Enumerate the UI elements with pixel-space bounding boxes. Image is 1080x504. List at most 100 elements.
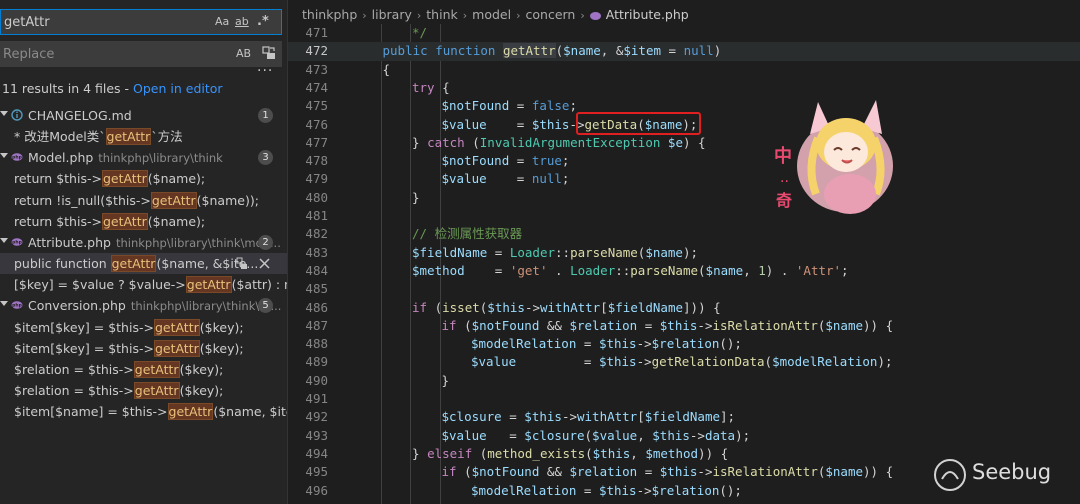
code-line[interactable]: 482 // 检测属性获取器 — [288, 225, 1080, 243]
code-line[interactable]: 477 } catch (InvalidArgumentException $e)… — [288, 134, 1080, 152]
result-file-name: Attribute.php thinkphp\library\think\mod.… — [28, 234, 281, 250]
code-line[interactable]: 474 try { — [288, 79, 1080, 97]
chevron-down-icon[interactable] — [0, 301, 8, 307]
code-text: } — [412, 189, 420, 205]
use-regex-toggle[interactable]: .* — [257, 13, 269, 31]
result-match-text: $item[$key] = $this->getAttr($key); — [14, 318, 244, 336]
chevron-down-icon[interactable] — [0, 111, 8, 116]
more-actions-icon[interactable]: ··· — [257, 63, 273, 79]
watermark-text: Seebug — [972, 460, 1052, 484]
result-file-row[interactable]: php Attribute.php thinkphp\library\think\m… — [0, 232, 287, 253]
breadcrumb-item[interactable]: concern — [526, 7, 576, 22]
replace-input[interactable] — [0, 41, 225, 67]
line-number: 489 — [305, 354, 328, 370]
svg-text:php: php — [12, 239, 22, 245]
code-line[interactable]: 479 $value = null; — [288, 170, 1080, 188]
breadcrumb-item[interactable]: think — [426, 7, 457, 22]
line-number: 492 — [305, 409, 328, 425]
result-match-text: [$key] = $value ? $value->getAttr($attr)… — [14, 276, 287, 294]
replace-icon[interactable] — [236, 257, 248, 270]
php-icon: php — [11, 238, 23, 246]
result-match-row[interactable]: $item[$name] = $this->getAttr($name, $it… — [0, 401, 287, 422]
code-line[interactable]: 488 $modelRelation = $this->$relation(); — [288, 335, 1080, 353]
chevron-down-icon[interactable] — [0, 237, 8, 243]
preserve-case-toggle[interactable]: AB — [236, 45, 251, 63]
result-match-row[interactable]: [$key] = $value ? $value->getAttr($attr)… — [0, 274, 287, 295]
line-number: 477 — [305, 134, 328, 150]
code-line[interactable]: 489 $value = $this->getRelationData($mode… — [288, 353, 1080, 371]
match-whole-word-toggle[interactable]: ab — [235, 13, 249, 31]
replace-field[interactable]: AB — [0, 41, 282, 67]
open-in-editor-link[interactable]: Open in editor — [133, 81, 223, 96]
result-match-text: $item[$name] = $this->getAttr($name, $it… — [14, 403, 287, 421]
breadcrumb-separator-icon: › — [516, 9, 521, 22]
match-highlight: getAttr — [167, 403, 214, 421]
result-match-row[interactable]: return $this->getAttr($name); — [0, 211, 287, 232]
match-highlight: getAttr — [150, 191, 197, 209]
dismiss-icon[interactable] — [259, 258, 270, 269]
result-match-row[interactable]: $relation = $this->getAttr($key); — [0, 380, 287, 401]
line-number: 474 — [305, 79, 328, 95]
line-number: 480 — [305, 189, 328, 205]
code-line[interactable]: 486 if (isset($this->withAttr[$fieldName]… — [288, 299, 1080, 317]
code-line[interactable]: 483 $fieldName = Loader::parseName($name)… — [288, 244, 1080, 262]
match-highlight: getAttr — [153, 339, 200, 357]
line-number: 471 — [305, 25, 328, 40]
result-match-row[interactable]: $item[$key] = $this->getAttr($key); — [0, 317, 287, 338]
replace-all-icon[interactable] — [261, 45, 277, 61]
search-input[interactable] — [1, 10, 206, 34]
result-file-name: Model.php thinkphp\library\think — [28, 150, 223, 166]
breadcrumb-separator-icon: › — [362, 9, 367, 22]
svg-text:··: ·· — [780, 174, 789, 190]
code-line[interactable]: 481 — [288, 207, 1080, 225]
code-line[interactable]: 490} — [288, 372, 1080, 390]
results-summary: 11 results in 4 files - Open in editor — [2, 81, 223, 96]
code-line[interactable]: 485 — [288, 280, 1080, 298]
code-line[interactable]: 480} — [288, 189, 1080, 207]
result-match-row[interactable]: return $this->getAttr($name); — [0, 168, 287, 189]
code-area[interactable]: 471 */ 472 public function getAttr($name, &… — [288, 24, 1080, 504]
result-file-row[interactable]: php Model.php thinkphp\library\think 3 — [0, 147, 287, 168]
svg-text:奇: 奇 — [776, 191, 792, 210]
result-match-row[interactable]: return !is_null($this->getAttr($name)); — [0, 190, 287, 211]
match-highlight: getAttr — [105, 128, 152, 146]
search-field[interactable]: Aa ab .* — [0, 9, 282, 35]
svg-text:php: php — [12, 303, 22, 309]
code-line[interactable]: 484 $method = 'get' . Loader::parseName($… — [288, 262, 1080, 280]
code-line[interactable]: 473 { — [288, 61, 1080, 79]
result-match-row[interactable]: * 改进Model类`getAttr`方法 — [0, 126, 287, 147]
result-match-row[interactable]: $relation = $this->getAttr($key); — [0, 359, 287, 380]
result-file-row[interactable]: CHANGELOG.md 1 — [0, 105, 287, 126]
code-line[interactable]: 491 — [288, 390, 1080, 408]
code-line[interactable]: 487 if ($notFound && $relation = $this->i… — [288, 317, 1080, 335]
chevron-down-icon[interactable] — [0, 153, 8, 159]
code-text: $closure = $this->withAttr[$fieldName]; — [441, 409, 736, 425]
code-line[interactable]: 472 public function getAttr($name, &$item… — [288, 42, 1080, 61]
breadcrumb-item[interactable]: model — [472, 7, 511, 22]
code-text: */ — [412, 25, 428, 40]
breadcrumb-item[interactable]: library — [372, 7, 412, 22]
code-text: $method = 'get' . Loader::parseName($nam… — [412, 262, 849, 278]
match-case-toggle[interactable]: Aa — [215, 13, 229, 31]
code-line[interactable]: 478 $notFound = true; — [288, 152, 1080, 170]
result-match-text: public function getAttr($name, &$ite... — [14, 255, 259, 273]
code-line[interactable]: 471 */ — [288, 24, 1080, 42]
breadcrumb-separator-icon: › — [462, 9, 468, 22]
result-match-text: $relation = $this->getAttr($key); — [14, 381, 224, 399]
result-match-row[interactable]: public function getAttr($name, &$ite... — [0, 253, 287, 275]
code-editor[interactable]: thinkphp › library › think › model › concern › Att… — [288, 0, 1080, 504]
result-file-row[interactable]: php Conversion.php thinkphp\library\think\… — [0, 295, 287, 316]
result-match-text: * 改进Model类`getAttr`方法 — [14, 128, 183, 146]
breadcrumb-item[interactable]: thinkphp — [302, 7, 357, 22]
line-number: 473 — [305, 61, 328, 77]
breadcrumb-file[interactable]: Attribute.php — [606, 7, 689, 22]
code-line[interactable]: 492 $closure = $this->withAttr[$fieldName… — [288, 408, 1080, 426]
code-line[interactable]: 493 $value = $closure($value, $this->data… — [288, 427, 1080, 445]
svg-text:php: php — [12, 155, 22, 161]
code-text: $value = $closure($value, $this->data); — [441, 427, 751, 443]
mascot-sticker-image: 中 ·· 奇 — [774, 100, 893, 214]
line-number: 494 — [305, 445, 328, 461]
result-match-row[interactable]: $item[$key] = $this->getAttr($key); — [0, 338, 287, 359]
code-text: } catch (InvalidArgumentException $e) { — [412, 134, 706, 150]
svg-text:中: 中 — [774, 145, 792, 167]
